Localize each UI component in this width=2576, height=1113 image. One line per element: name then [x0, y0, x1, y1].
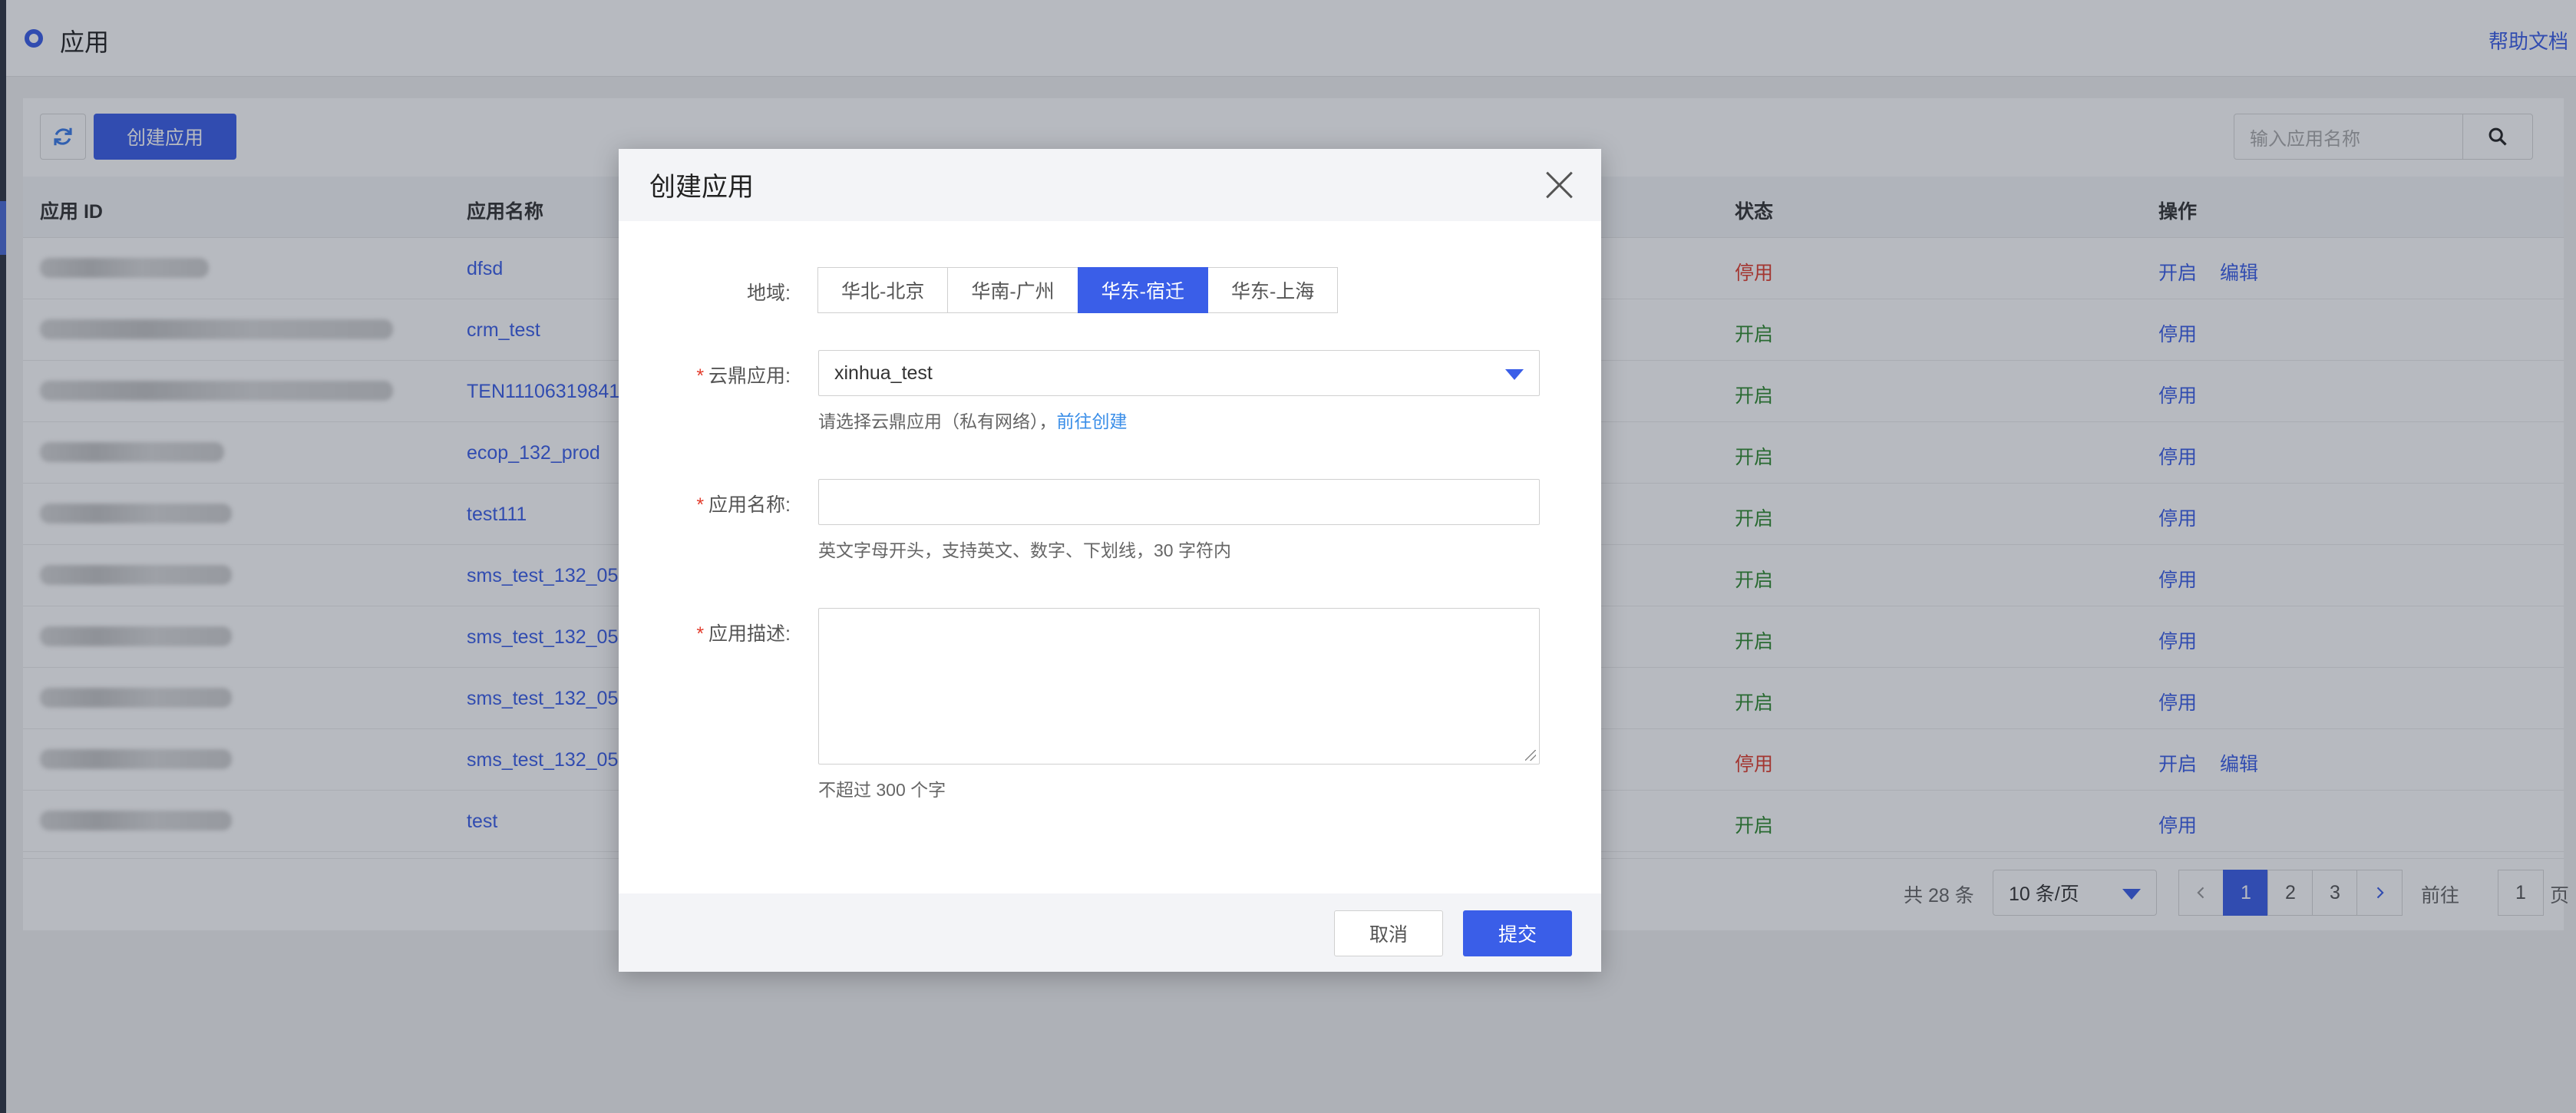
app-name-label-text: 应用名称:	[708, 494, 791, 516]
cancel-button[interactable]: 取消	[1334, 910, 1443, 956]
app-desc-label-text: 应用描述:	[708, 623, 791, 645]
required-mark: *	[696, 494, 705, 516]
cloud-app-label-text: 云鼎应用:	[708, 365, 791, 387]
close-icon[interactable]	[1540, 166, 1578, 204]
required-mark: *	[696, 365, 705, 387]
create-app-dialog: 创建应用 地域: 华北-北京 华南-广州 华东-宿迁 华东-上海 * 云鼎应用: …	[619, 149, 1601, 972]
go-create-link[interactable]: 前往创建	[1057, 411, 1128, 431]
dialog-footer: 取消 提交	[619, 893, 1601, 972]
submit-button[interactable]: 提交	[1463, 910, 1572, 956]
cloud-app-value: xinhua_test	[834, 362, 933, 384]
app-desc-hint: 不超过 300 个字	[818, 780, 946, 800]
region-option-shanghai[interactable]: 华东-上海	[1207, 267, 1339, 313]
required-mark: *	[696, 623, 705, 645]
dialog-title: 创建应用	[649, 173, 754, 202]
region-option-suqian[interactable]: 华东-宿迁	[1077, 267, 1208, 313]
region-selector: 华北-北京 华南-广州 华东-宿迁 华东-上海	[817, 267, 1339, 313]
region-option-guangzhou[interactable]: 华南-广州	[947, 267, 1078, 313]
cloud-app-hint: 请选择云鼎应用（私有网络），前往创建	[818, 407, 1128, 433]
app-name-input[interactable]	[818, 479, 1540, 525]
app-name-label: * 应用名称:	[622, 490, 791, 517]
cloud-app-select[interactable]: xinhua_test	[818, 350, 1540, 396]
chevron-down-icon	[1505, 369, 1524, 380]
dialog-header: 创建应用	[619, 149, 1601, 221]
app-desc-textarea[interactable]	[818, 608, 1540, 765]
app-name-hint: 英文字母开头，支持英文、数字、下划线，30 字符内	[818, 540, 1231, 560]
resize-grip-icon[interactable]	[1525, 750, 1536, 761]
region-label: 地域:	[747, 282, 791, 304]
app-desc-label: * 应用描述:	[622, 619, 791, 646]
cloud-app-hint-text: 请选择云鼎应用（私有网络），	[818, 411, 1057, 431]
region-option-beijing[interactable]: 华北-北京	[817, 267, 949, 313]
cloud-app-label: * 云鼎应用:	[622, 361, 791, 388]
